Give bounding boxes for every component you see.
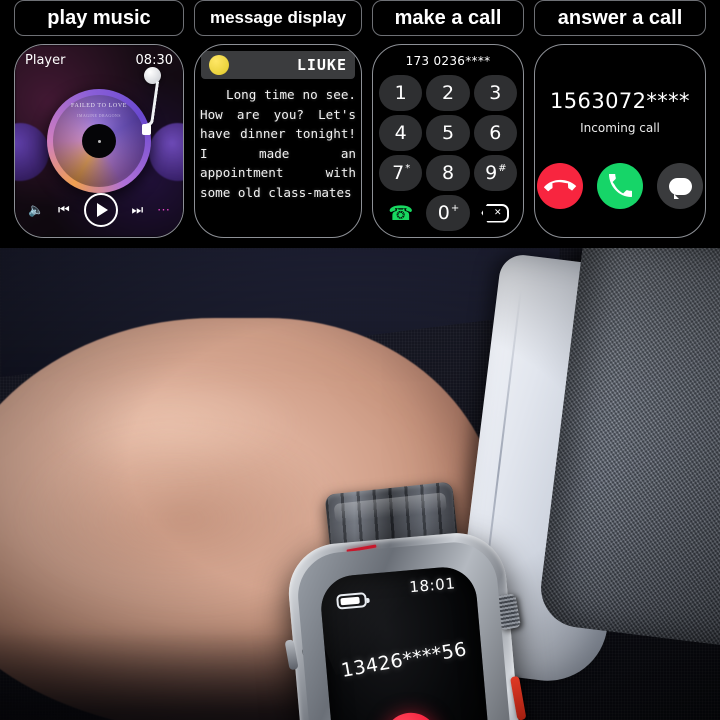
call-action-buttons [535, 163, 705, 209]
watch-side-button-red[interactable] [509, 675, 527, 720]
dialpad: 1 2 3 4 5 6 7 * 8 9 # ☎ 0 + ✕ [379, 75, 517, 231]
dialpad-key-1[interactable]: 1 [379, 75, 423, 111]
product-marketing-image: LAMP SOUND POWER LIGHT SPORT 18:01 13426… [0, 0, 720, 720]
feature-panels: play music Player 08:30 FAILED TO LOVE I… [0, 0, 720, 252]
panel-label-make-a-call: make a call [372, 0, 524, 36]
panel-make-a-call: make a call 173 0236**** 1 2 3 4 5 6 7 * … [372, 0, 524, 238]
backspace-shape: ✕ [481, 203, 510, 223]
message-body: Long time no see. How are you? Let's hav… [200, 87, 356, 200]
dialpad-key-9[interactable]: 9 # [473, 155, 517, 191]
hand-highlight [40, 368, 300, 478]
key-digit: 9 [485, 162, 498, 184]
play-icon[interactable] [83, 193, 118, 227]
message-screen[interactable]: LIUKE Long time no see. How are you? Let… [194, 44, 362, 238]
message-reply-icon[interactable] [657, 163, 703, 209]
watch-time: 18:01 [408, 574, 457, 597]
watch-screen[interactable]: 18:01 13426****56 [318, 564, 492, 720]
watch-caller-number: 13426****56 [339, 638, 469, 682]
key-digit: 8 [441, 162, 455, 184]
panel-label-play-music: play music [14, 0, 184, 36]
dialer-screen[interactable]: 173 0236**** 1 2 3 4 5 6 7* 8 9# ☎ 0+ [372, 44, 524, 238]
volume-icon[interactable]: 🔈 [28, 202, 44, 218]
more-icon[interactable]: ⋯ [157, 202, 170, 218]
watch-case-inner: 18:01 13426****56 [294, 538, 516, 720]
lifestyle-photo: LAMP SOUND POWER LIGHT SPORT 18:01 13426… [0, 248, 720, 720]
dialpad-key-7[interactable]: 7 * [379, 155, 423, 191]
incoming-call-status: Incoming call [580, 121, 660, 135]
key-digit: 2 [441, 82, 455, 104]
music-controls: 🔈 ⏮ ⏭ ⋯ [15, 193, 183, 227]
call-icon[interactable]: ☎ [379, 195, 422, 231]
turntable-tonearm [117, 67, 161, 135]
previous-icon[interactable]: ⏮ [58, 202, 70, 218]
key-digit: 6 [489, 122, 502, 144]
key-digit: 4 [394, 122, 407, 144]
call-handset-glyph: ☎ [388, 201, 414, 225]
key-digit: 5 [441, 122, 455, 144]
music-screen[interactable]: Player 08:30 FAILED TO LOVE IMAGINE DRAG… [14, 44, 184, 238]
panel-label-message-display: message display [194, 0, 362, 36]
accept-call-icon[interactable] [597, 163, 643, 209]
next-icon[interactable]: ⏭ [131, 202, 143, 218]
tonearm-arm [145, 80, 160, 128]
panel-label-answer-a-call: answer a call [534, 0, 706, 36]
key-digit: 3 [489, 82, 502, 104]
dialpad-key-5[interactable]: 5 [426, 115, 470, 151]
incoming-call-screen[interactable]: 1563072**** Incoming call [534, 44, 706, 238]
smartwatch: LAMP SOUND POWER LIGHT SPORT 18:01 13426… [284, 481, 536, 720]
panel-play-music: play music Player 08:30 FAILED TO LOVE I… [14, 0, 184, 238]
tonearm-cartridge [142, 124, 151, 135]
speech-bubble-shape [668, 177, 692, 199]
panel-message-display: message display LIUKE Long time no see. … [194, 0, 362, 238]
key-sup: + [450, 202, 460, 214]
dialed-number: 173 0236**** [405, 54, 491, 68]
incoming-caller-number: 1563072**** [550, 89, 690, 113]
message-sender: LIUKE [296, 56, 347, 74]
battery-icon [336, 592, 368, 610]
watch-case: LAMP SOUND POWER LIGHT SPORT 18:01 13426… [284, 529, 527, 720]
key-sup: * [405, 162, 411, 174]
panel-answer-a-call: answer a call 1563072**** Incoming call [534, 0, 706, 238]
avatar [209, 55, 229, 75]
message-header: LIUKE [201, 51, 355, 79]
music-time: 08:30 [135, 53, 173, 68]
backspace-x: ✕ [494, 208, 502, 218]
watch-side-button-left[interactable] [284, 639, 299, 671]
dialpad-key-3[interactable]: 3 [473, 75, 517, 111]
key-digit: 1 [394, 82, 407, 104]
dialpad-key-2[interactable]: 2 [426, 75, 470, 111]
dialpad-key-6[interactable]: 6 [473, 115, 517, 151]
key-digit: 0 [437, 202, 450, 224]
dialpad-key-8[interactable]: 8 [426, 155, 470, 191]
decline-call-icon[interactable] [537, 163, 583, 209]
dialpad-key-4[interactable]: 4 [379, 115, 423, 151]
key-sup: # [498, 162, 507, 174]
vinyl-spindle [82, 124, 116, 158]
key-digit: 7 [392, 162, 405, 184]
dialpad-key-0[interactable]: 0 + [426, 195, 470, 231]
backspace-icon[interactable]: ✕ [474, 195, 517, 231]
music-statusbar: Player 08:30 [25, 53, 173, 68]
music-app-title: Player [25, 53, 66, 68]
end-call-icon[interactable] [381, 710, 441, 720]
